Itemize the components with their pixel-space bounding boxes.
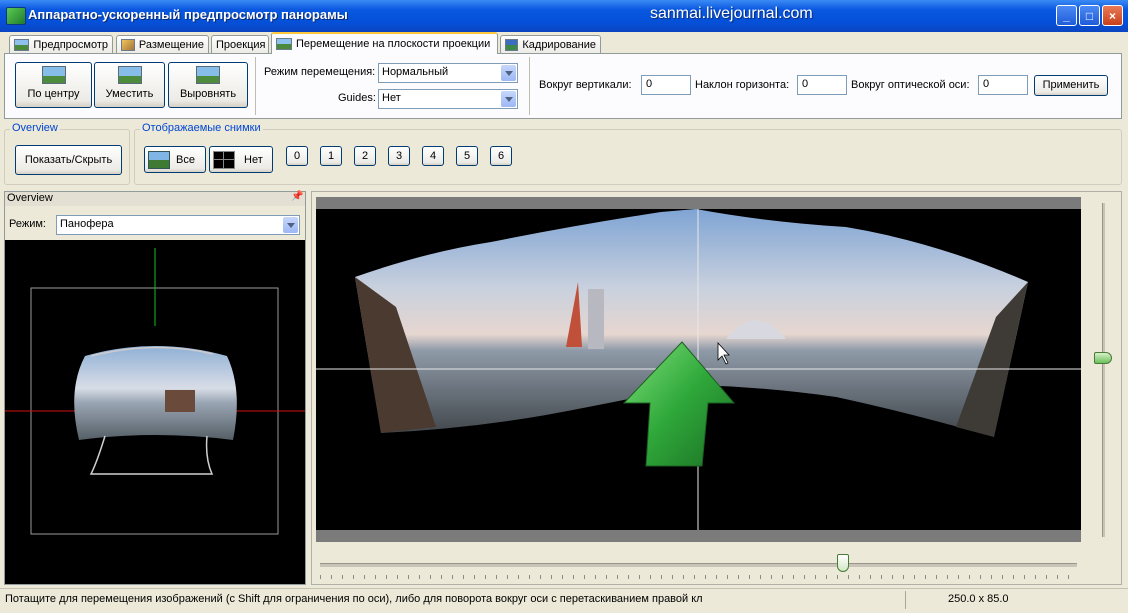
title-bar: Аппаратно-ускоренный предпросмотр панора…	[0, 0, 1128, 32]
chevron-down-icon[interactable]	[283, 217, 298, 233]
slider-ticks	[320, 575, 1077, 579]
move-mode-label: Режим перемещения:	[264, 66, 376, 78]
image-toggle-1[interactable]: 1	[320, 146, 342, 166]
no-images-icon	[213, 150, 235, 169]
center-icon	[41, 66, 66, 84]
overview-title: Overview	[7, 192, 53, 204]
divider	[255, 57, 256, 115]
panorama-preview	[316, 197, 1081, 542]
overview-mode-value: Панофера	[60, 218, 114, 230]
overview-mode-select[interactable]: Панофера	[56, 215, 300, 235]
yaw-input[interactable]: 0	[641, 75, 691, 95]
close-button[interactable]: ×	[1102, 5, 1123, 26]
tab-label: Кадрирование	[522, 38, 596, 51]
vertical-slider-thumb[interactable]	[1094, 352, 1112, 364]
roll-input[interactable]: 0	[978, 75, 1028, 95]
tab-crop[interactable]: Кадрирование	[500, 35, 601, 53]
panorama-thumbnail	[74, 346, 237, 440]
divider	[529, 57, 530, 115]
displayed-images-group	[134, 129, 1122, 185]
pitch-label: Наклон горизонта:	[695, 79, 790, 91]
tab-layout[interactable]: Размещение	[116, 35, 209, 53]
maximize-button[interactable]: □	[1079, 5, 1100, 26]
yaw-label: Вокруг вертикали:	[539, 79, 632, 91]
fit-icon	[117, 66, 142, 84]
apply-button[interactable]: Применить	[1034, 75, 1108, 96]
show-none-button[interactable]: Нет	[209, 146, 273, 173]
align-label: Выровнять	[179, 88, 237, 100]
crop-icon	[505, 38, 519, 51]
tab-projection[interactable]: Проекция	[211, 35, 269, 53]
all-label: Все	[176, 153, 195, 166]
chevron-down-icon[interactable]	[501, 91, 516, 107]
center-label: По центру	[27, 88, 80, 100]
status-divider	[905, 591, 906, 609]
show-all-button[interactable]: Все	[144, 146, 206, 173]
overview-header: Overview 📌	[5, 191, 305, 206]
image-toggle-0[interactable]: 0	[286, 146, 308, 166]
image-toggle-6[interactable]: 6	[490, 146, 512, 166]
window-title: Аппаратно-ускоренный предпросмотр панора…	[28, 7, 348, 22]
align-button[interactable]: Выровнять	[168, 62, 248, 108]
roll-label: Вокруг оптической оси:	[851, 79, 970, 91]
guides-value: Нет	[382, 92, 401, 104]
center-button[interactable]: По центру	[15, 62, 92, 108]
tab-move-projection-plane[interactable]: Перемещение на плоскости проекции	[271, 32, 498, 54]
status-hint: Потащите для перемещения изображений (с …	[5, 593, 703, 605]
overview-group-label: Overview	[10, 122, 60, 134]
align-icon	[196, 66, 220, 84]
fit-label: Уместить	[105, 88, 154, 100]
move-mode-select[interactable]: Нормальный	[378, 63, 518, 83]
horizontal-slider-thumb[interactable]	[837, 554, 849, 572]
overview-mode-label: Режим:	[9, 218, 46, 230]
image-toggle-5[interactable]: 5	[456, 146, 478, 166]
tab-label: Предпросмотр	[33, 38, 108, 51]
app-icon	[6, 7, 26, 25]
tab-label: Перемещение на плоскости проекции	[296, 38, 491, 50]
preview-icon	[14, 38, 30, 51]
guides-label: Guides:	[338, 92, 376, 104]
tab-preview[interactable]: Предпросмотр	[9, 35, 113, 53]
status-fov: 250.0 x 85.0	[948, 593, 1009, 605]
none-label: Нет	[244, 153, 263, 166]
layout-icon	[121, 38, 135, 51]
sphere-outline	[89, 435, 214, 475]
image-toggle-3[interactable]: 3	[388, 146, 410, 166]
minimize-button[interactable]: _	[1056, 5, 1077, 26]
move-icon	[276, 38, 292, 50]
pin-icon[interactable]: 📌	[291, 191, 303, 202]
panorama-preview-canvas[interactable]	[316, 197, 1081, 542]
all-images-icon	[148, 150, 170, 169]
move-mode-value: Нормальный	[382, 66, 449, 78]
horizontal-slider-track[interactable]	[320, 563, 1077, 567]
watermark-text: sanmai.livejournal.com	[650, 5, 813, 22]
status-bar: Потащите для перемещения изображений (с …	[0, 588, 1128, 613]
show-hide-overview-button[interactable]: Показать/Скрыть	[15, 145, 122, 175]
chevron-down-icon[interactable]	[501, 65, 516, 81]
panosphere-view	[5, 248, 305, 535]
overview-canvas[interactable]	[5, 240, 305, 584]
guides-select[interactable]: Нет	[378, 89, 518, 109]
fit-button[interactable]: Уместить	[94, 62, 165, 108]
image-toggle-4[interactable]: 4	[422, 146, 444, 166]
pitch-input[interactable]: 0	[797, 75, 847, 95]
tab-label: Размещение	[138, 38, 204, 51]
vertical-slider-track[interactable]	[1102, 203, 1105, 537]
displayed-images-label: Отображаемые снимки	[140, 122, 263, 134]
tab-label: Проекция	[216, 38, 266, 51]
image-toggle-2[interactable]: 2	[354, 146, 376, 166]
